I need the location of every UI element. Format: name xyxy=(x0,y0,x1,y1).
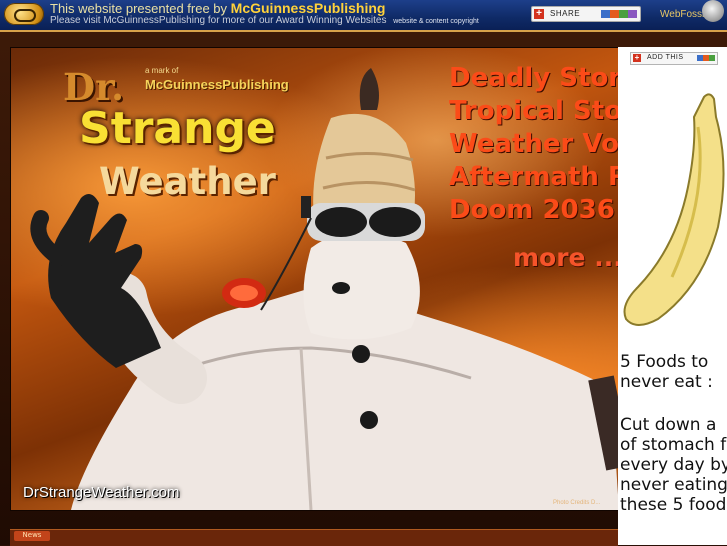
more-link[interactable]: more ... xyxy=(513,243,619,272)
visit-text[interactable]: Please visit McGuinnessPublishing for mo… xyxy=(50,15,479,26)
ad-line-4[interactable]: of stomach f xyxy=(620,435,726,455)
ad-line-1[interactable]: 5 Foods to xyxy=(620,352,708,372)
tab-news[interactable]: News xyxy=(14,531,50,541)
mark-of-text: a mark of xyxy=(145,66,179,75)
brand-text[interactable]: McGuinnessPublishing xyxy=(145,77,289,92)
ad-line-2[interactable]: never eat : xyxy=(620,372,713,392)
banana-image xyxy=(623,93,725,326)
menu-item-weather-vortex[interactable]: Weather Vortex xyxy=(449,128,619,161)
menu-item-doom-2036[interactable]: Doom 2036! xyxy=(449,194,619,227)
menu-item-tropical-storms[interactable]: Tropical Storms xyxy=(449,95,619,128)
copyright-text: website & content copyright xyxy=(393,18,479,25)
share-label: SHARE xyxy=(550,9,581,18)
top-banner: This website presented free by McGuinnes… xyxy=(0,0,727,32)
share-button[interactable]: + SHARE xyxy=(531,6,641,22)
title-strange: Strange xyxy=(79,103,276,154)
mcguinness-logo-icon[interactable] xyxy=(4,3,44,25)
ad-line-5[interactable]: every day by xyxy=(620,455,727,475)
ad-line-3[interactable]: Cut down a xyxy=(620,415,716,435)
visit-text-main: Please visit McGuinnessPublishing for mo… xyxy=(50,15,387,26)
menu-item-deadly-storms[interactable]: Deadly Storms xyxy=(449,62,619,95)
site-url: DrStrangeWeather.com xyxy=(23,484,180,501)
hero-menu: Deadly Storms Tropical Storms Weather Vo… xyxy=(449,62,619,272)
title-weather: Weather xyxy=(99,160,276,203)
photo-credit: Photo Credits D... xyxy=(553,500,601,506)
presented-by-text[interactable]: This website presented free by McGuinnes… xyxy=(50,0,385,16)
presented-by-prefix: This website presented free by xyxy=(50,1,228,16)
hero-banner[interactable]: a mark of McGuinnessPublishing Dr. Stran… xyxy=(10,47,620,511)
plus-icon: + xyxy=(534,9,544,19)
ad-line-6[interactable]: never eating xyxy=(620,475,727,495)
menu-item-aftermath-report[interactable]: Aftermath Report xyxy=(449,161,619,194)
webfossil-icon[interactable] xyxy=(702,0,724,22)
plus-icon: + xyxy=(633,53,641,62)
social-icons xyxy=(697,55,715,61)
content-box xyxy=(10,529,618,546)
ad-panel[interactable]: + ADD THIS 5 Foods to never eat : Cut do… xyxy=(618,47,727,545)
ad-share-label: ADD THIS xyxy=(647,54,684,61)
presented-by-brand[interactable]: McGuinnessPublishing xyxy=(231,0,386,16)
webfossil-link[interactable]: WebFossil xyxy=(660,9,707,20)
social-icons xyxy=(601,10,637,18)
ad-share-button[interactable]: + ADD THIS xyxy=(630,52,718,65)
ad-line-7[interactable]: these 5 food xyxy=(620,495,726,515)
